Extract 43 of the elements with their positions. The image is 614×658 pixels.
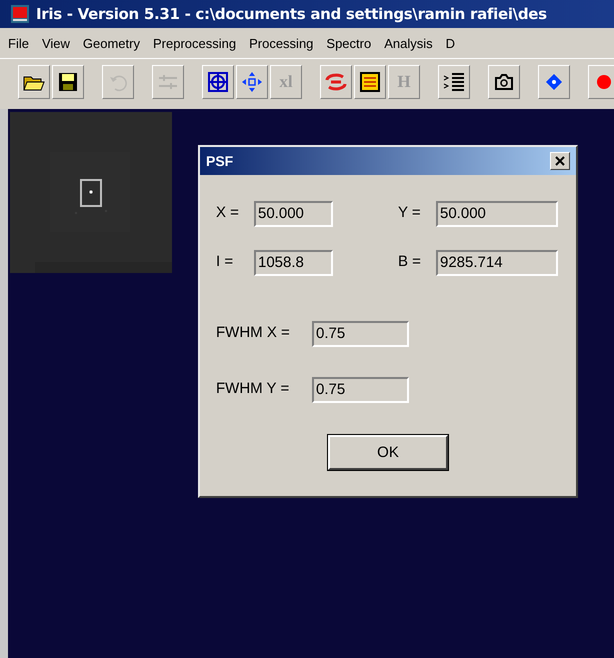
toolbar-button[interactable] bbox=[538, 65, 570, 99]
app-icon bbox=[10, 4, 30, 24]
close-button[interactable] bbox=[550, 152, 570, 170]
field-label: FWHM X = bbox=[216, 323, 291, 341]
value-field[interactable]: 50.000 bbox=[436, 201, 558, 227]
menu-item[interactable]: View bbox=[42, 36, 70, 50]
value-field[interactable]: 9285.714 bbox=[436, 250, 558, 276]
menu-item[interactable]: Preprocessing bbox=[152, 36, 236, 50]
toolbar-button[interactable] bbox=[354, 65, 386, 99]
field-label: FWHM Y = bbox=[216, 379, 290, 397]
camera-icon bbox=[494, 73, 514, 91]
toolbar-button[interactable] bbox=[18, 65, 50, 99]
list-icon bbox=[360, 72, 380, 92]
swirl-icon bbox=[325, 72, 347, 92]
field-label: B = bbox=[398, 252, 422, 270]
window-title: Iris - Version 5.31 - c:\documents and settings\ramin rafiei\des bbox=[36, 5, 547, 23]
record-dot-icon bbox=[595, 73, 613, 91]
indent-list-icon bbox=[443, 72, 465, 92]
menu-item[interactable]: Analysis bbox=[384, 36, 433, 50]
toolbar-button[interactable] bbox=[236, 65, 268, 99]
crosshair-icon bbox=[208, 72, 228, 92]
field-label: I = bbox=[216, 252, 234, 270]
field-label: X = bbox=[216, 203, 240, 221]
menu-item[interactable]: D bbox=[446, 36, 456, 50]
toolbar-button[interactable] bbox=[52, 65, 84, 99]
close-icon bbox=[555, 156, 565, 166]
field-label: Y = bbox=[398, 203, 422, 221]
toolbar-button[interactable] bbox=[438, 65, 470, 99]
menu-item[interactable]: File bbox=[8, 36, 29, 50]
toolbar-button[interactable] bbox=[488, 65, 520, 99]
toolbar-button[interactable] bbox=[202, 65, 234, 99]
value-field[interactable]: 1058.8 bbox=[254, 250, 333, 276]
move-arrows-icon bbox=[241, 71, 263, 93]
menu-item[interactable]: Processing bbox=[249, 36, 314, 50]
value-field[interactable]: 0.75 bbox=[312, 321, 409, 347]
menu-item[interactable]: Spectro bbox=[326, 36, 372, 50]
value-field[interactable]: 50.000 bbox=[254, 201, 333, 227]
ok-button[interactable]: OK bbox=[328, 435, 448, 470]
value-field[interactable]: 0.75 bbox=[312, 377, 409, 403]
dialog-title: PSF bbox=[206, 153, 234, 169]
sliders-icon bbox=[157, 73, 179, 91]
menu-item[interactable]: Geometry bbox=[82, 36, 140, 50]
diamond-icon bbox=[545, 73, 563, 91]
